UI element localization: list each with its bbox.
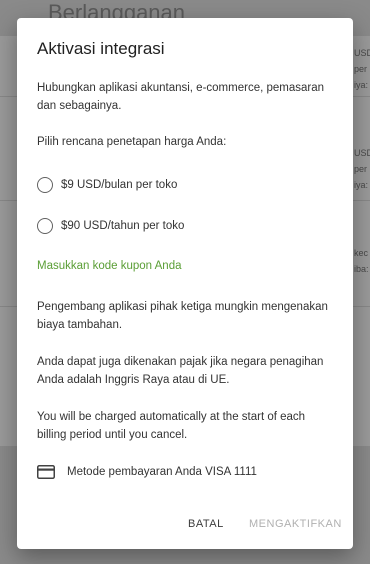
notice-tax: Anda dapat juga dikenakan pajak jika neg… xyxy=(37,356,324,386)
background-snippet: kec xyxy=(354,248,369,258)
background-snippet: iya: xyxy=(354,80,369,90)
coupon-link[interactable]: Masukkan kode kupon Anda xyxy=(37,260,182,272)
plan-label: $9 USD/bulan per toko xyxy=(61,179,178,191)
payment-method-label: Metode pembayaran Anda VISA 1111 xyxy=(67,466,257,478)
plan-prompt: Pilih rencana penetapan harga Anda: xyxy=(37,136,227,148)
radio-button[interactable] xyxy=(37,177,53,193)
credit-card-icon xyxy=(37,465,55,479)
payment-method-row: Metode pembayaran Anda VISA 1111 xyxy=(37,465,257,479)
background-snippet: iba: xyxy=(354,264,369,274)
background-snippet: iya: xyxy=(354,180,369,190)
activate-button[interactable]: MENGAKTIFKAN xyxy=(249,518,342,530)
dialog-intro: Hubungkan aplikasi akuntansi, e-commerce… xyxy=(37,82,325,112)
background-snippet: per xyxy=(354,64,368,74)
background-snippet: USD xyxy=(354,48,370,58)
plan-option-yearly[interactable]: $90 USD/tahun per toko xyxy=(37,216,184,236)
radio-button[interactable] xyxy=(37,218,53,234)
background-snippet: USD xyxy=(354,148,370,158)
notice-fees: Pengembang aplikasi pihak ketiga mungkin… xyxy=(37,301,328,331)
dialog-title: Aktivasi integrasi xyxy=(37,39,165,58)
activation-dialog: Aktivasi integrasi Hubungkan aplikasi ak… xyxy=(17,18,353,549)
background-snippet: per xyxy=(354,164,368,174)
plan-label: $90 USD/tahun per toko xyxy=(61,220,185,232)
plan-option-monthly[interactable]: $9 USD/bulan per toko xyxy=(37,175,177,195)
cancel-button[interactable]: BATAL xyxy=(188,518,224,530)
notice-billing: You will be charged automatically at the… xyxy=(37,411,306,441)
